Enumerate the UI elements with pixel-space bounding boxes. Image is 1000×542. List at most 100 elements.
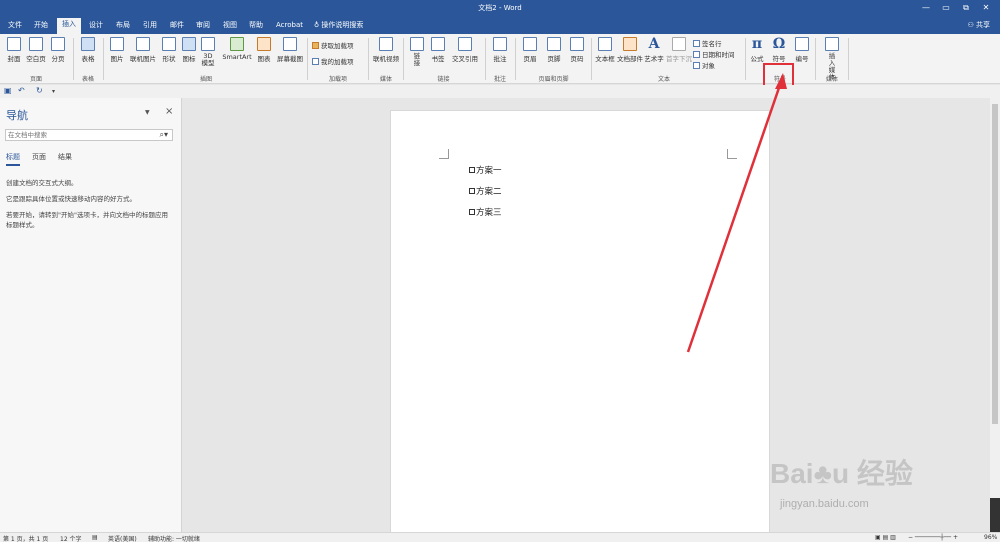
comment-label: 批注 <box>493 55 507 63</box>
omega-icon: Ω <box>772 36 786 52</box>
zoom-slider[interactable]: − ───────┼── + <box>908 534 958 541</box>
status-zoom[interactable]: 96% <box>984 534 997 541</box>
tab-home[interactable]: 开始 <box>29 19 53 34</box>
header-button[interactable]: 页眉 <box>519 37 541 63</box>
group-separator <box>848 38 849 80</box>
picture-label: 图片 <box>110 55 124 63</box>
status-bar: 第 1 页，共 1 页 12 个字 ▤ 英语(美国) 辅助功能: 一切就绪 ▣ … <box>0 532 1000 542</box>
object-button[interactable]: 对象 <box>693 60 715 70</box>
nav-options-dropdown-icon[interactable]: ▼ <box>145 109 150 116</box>
symbol-button[interactable]: Ω 符号 <box>768 37 790 63</box>
screenshot-button[interactable]: 屏幕截图 <box>275 37 305 63</box>
nav-search-input[interactable] <box>6 130 146 140</box>
window-controls: — ▭ ⧉ ✕ <box>916 2 996 14</box>
redo-icon[interactable]: ↻ <box>36 86 43 95</box>
cover-page-button[interactable]: 封面 <box>4 37 24 63</box>
number-button[interactable]: 编号 <box>792 37 812 63</box>
tab-acrobat[interactable]: Acrobat <box>271 19 308 34</box>
nav-tab-headings[interactable]: 标题 <box>6 152 20 166</box>
status-word-count[interactable]: 12 个字 <box>60 534 82 542</box>
get-addins-button[interactable]: 获取加载项 <box>312 40 354 50</box>
link-icon <box>410 37 424 51</box>
ribbon-display-button[interactable]: ▭ <box>936 2 956 14</box>
save-icon[interactable]: ▣ <box>4 86 12 95</box>
link-label: 链接 <box>413 52 421 67</box>
group-separator <box>73 38 74 80</box>
window-title: 文档2 - Word <box>478 4 522 12</box>
3d-model-button[interactable]: 3D模型 <box>199 37 217 67</box>
nav-tab-pages[interactable]: 页面 <box>32 152 46 164</box>
restore-button[interactable]: ⧉ <box>956 2 976 14</box>
page-break-button[interactable]: 分页 <box>48 37 68 63</box>
number-label: 编号 <box>795 55 809 63</box>
page-break-label: 分页 <box>51 55 65 63</box>
tab-design[interactable]: 设计 <box>84 19 108 34</box>
symbol-label: 符号 <box>772 55 786 63</box>
navigation-pane: 导航 ▼ × ⌕▾ 标题 页面 结果 创建文档的交互式大纲。 它是跟踪具体位置或… <box>0 98 182 532</box>
status-accessibility[interactable]: 辅助功能: 一切就绪 <box>148 534 200 542</box>
tab-review[interactable]: 审阅 <box>191 19 215 34</box>
view-buttons[interactable]: ▣ ▤ ▥ <box>875 534 896 541</box>
comment-button[interactable]: 批注 <box>489 37 511 63</box>
group-separator <box>815 38 816 80</box>
tell-me-search[interactable]: ♁ 操作说明搜索 <box>314 20 363 30</box>
shapes-button[interactable]: 形状 <box>159 37 179 63</box>
tab-help[interactable]: 帮助 <box>244 19 268 34</box>
group-label-addins: 加载项 <box>328 76 347 83</box>
cross-reference-button[interactable]: 交叉引用 <box>450 37 480 63</box>
dropcap-button[interactable]: 首字下沉 <box>666 37 692 63</box>
icons-button[interactable]: 图标 <box>181 37 197 63</box>
status-proofing-icon[interactable]: ▤ <box>92 534 98 541</box>
online-video-button[interactable]: 联机视频 <box>372 37 400 63</box>
smartart-button[interactable]: SmartArt <box>220 37 254 61</box>
search-icon[interactable]: ⌕▾ <box>160 130 169 140</box>
status-page-count[interactable]: 第 1 页，共 1 页 <box>3 534 48 542</box>
my-addins-button[interactable]: 我的加载项 <box>312 56 354 66</box>
status-language[interactable]: 英语(美国) <box>108 534 137 542</box>
nav-close-icon[interactable]: × <box>165 106 173 117</box>
quick-parts-label: 文档部件 <box>617 55 643 63</box>
scrollbar-thumb[interactable] <box>992 104 998 424</box>
chart-button[interactable]: 图表 <box>254 37 274 63</box>
document-paragraph[interactable]: 方案三 <box>469 206 502 218</box>
tab-references[interactable]: 引用 <box>138 19 162 34</box>
customize-dropdown-icon[interactable]: ▾ <box>52 88 55 95</box>
store-icon <box>312 42 319 49</box>
bookmark-button[interactable]: 书签 <box>428 37 448 63</box>
online-picture-button[interactable]: 联机图片 <box>128 37 158 63</box>
share-button[interactable]: ⚇ 共享 <box>967 20 990 30</box>
blank-page-button[interactable]: 空白页 <box>25 37 47 63</box>
tab-insert[interactable]: 插入 <box>57 18 81 34</box>
textbox-button[interactable]: 文本框 <box>594 37 616 63</box>
link-button[interactable]: 链接 <box>407 37 427 67</box>
vertical-scrollbar[interactable] <box>990 98 1000 532</box>
3d-model-label: 3D模型 <box>201 52 215 67</box>
textbox-icon <box>598 37 612 51</box>
equation-button[interactable]: π 公式 <box>748 37 766 63</box>
page-number-button[interactable]: 页码 <box>566 37 588 63</box>
signature-line-button[interactable]: 签名行 <box>693 38 722 48</box>
group-label-embed: 媒体 <box>825 76 838 83</box>
nav-tab-results[interactable]: 结果 <box>58 152 72 164</box>
shapes-label: 形状 <box>162 55 176 63</box>
tab-mailings[interactable]: 邮件 <box>165 19 189 34</box>
picture-button[interactable]: 图片 <box>107 37 127 63</box>
date-time-button[interactable]: 日期和时间 <box>693 49 735 59</box>
document-paragraph[interactable]: 方案一 <box>469 164 502 176</box>
footer-button[interactable]: 页脚 <box>543 37 565 63</box>
document-page[interactable]: 方案一 方案二 方案三 <box>390 110 770 540</box>
tab-view[interactable]: 视图 <box>218 19 242 34</box>
table-button[interactable]: 表格 <box>78 37 98 63</box>
undo-icon[interactable]: ↶ <box>18 86 25 95</box>
header-label: 页眉 <box>523 55 537 63</box>
group-separator <box>103 38 104 80</box>
tab-file[interactable]: 文件 <box>3 19 27 34</box>
page-break-icon <box>51 37 65 51</box>
quick-parts-button[interactable]: 文档部件 <box>617 37 643 63</box>
wordart-button[interactable]: A 艺术字 <box>643 37 665 63</box>
document-paragraph[interactable]: 方案二 <box>469 185 502 197</box>
chart-label: 图表 <box>257 55 271 63</box>
minimize-button[interactable]: — <box>916 2 936 14</box>
tab-layout[interactable]: 布局 <box>111 19 135 34</box>
close-button[interactable]: ✕ <box>976 2 996 14</box>
